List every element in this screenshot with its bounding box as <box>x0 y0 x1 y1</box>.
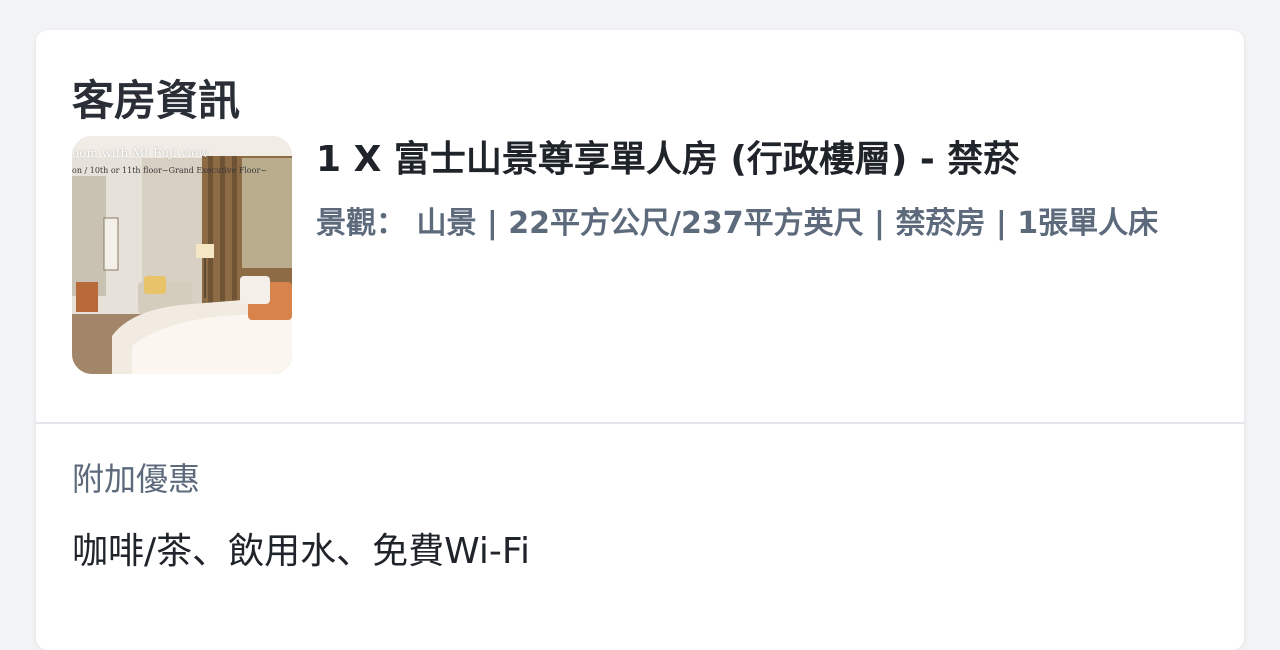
section-divider <box>36 422 1244 424</box>
section-title-room-info: 客房資訊 <box>72 76 241 125</box>
perks-value: 咖啡/茶、飲用水、免費Wi-Fi <box>72 531 531 572</box>
room-photo[interactable]: oom with Mt Fuji view on / 10th or 11th … <box>72 136 292 374</box>
photo-subcaption: on / 10th or 11th floor~Grand Executive … <box>72 166 267 175</box>
photo-caption: oom with Mt Fuji view <box>72 146 209 160</box>
perks-label: 附加優惠 <box>72 460 201 498</box>
room-details: 景觀： 山景 | 22平方公尺/237平方英尺 | 禁菸房 | 1張單人床 <box>316 206 1159 241</box>
room-name: 1 X 富士山景尊享單人房 (行政樓層) - 禁菸 <box>316 139 1020 180</box>
room-info-card: 客房資訊 oom with Mt Fuji view on / 10th or … <box>36 30 1244 650</box>
